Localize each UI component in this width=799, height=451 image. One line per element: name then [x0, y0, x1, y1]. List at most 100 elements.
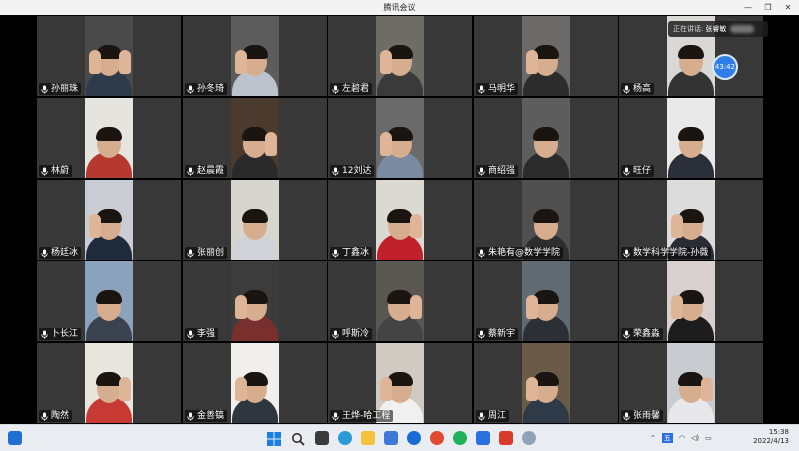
- clock-date: 2022/4/13: [753, 437, 789, 445]
- participant-hair: [96, 127, 122, 141]
- participant-name: 丁鑫冰: [342, 248, 370, 258]
- participant-tile[interactable]: 杨廷冰: [37, 180, 181, 260]
- participant-tile[interactable]: 赵晨霞: [183, 98, 327, 178]
- participant-tile[interactable]: 荣鑫淼: [619, 261, 763, 341]
- microphone-icon: [478, 411, 485, 421]
- participant-tile[interactable]: 数学科学学院-孙薇: [619, 180, 763, 260]
- raised-hand: [89, 214, 101, 238]
- ime-icon[interactable]: 五: [661, 433, 673, 443]
- participant-name: 卜长江: [51, 329, 79, 339]
- participant-tile[interactable]: 张丽创: [183, 180, 327, 260]
- raised-hand: [671, 295, 683, 319]
- participant-tile[interactable]: 金善镐: [183, 343, 327, 423]
- wifi-icon[interactable]: ◠: [679, 434, 685, 442]
- participant-tile[interactable]: 商绍强: [474, 98, 618, 178]
- microphone-icon: [41, 329, 48, 339]
- participant-tile[interactable]: 12刘达: [328, 98, 472, 178]
- participant-tile[interactable]: 周江: [474, 343, 618, 423]
- raised-hand: [235, 377, 247, 401]
- participant-tile[interactable]: 孙冬琦: [183, 16, 327, 96]
- speaking-name: 张睿敏: [705, 25, 727, 33]
- participant-name-bar: 12刘达: [330, 165, 375, 177]
- minimize-button[interactable]: —: [738, 0, 758, 15]
- participant-name-bar: 张雨馨: [621, 410, 664, 422]
- chevron-up-icon[interactable]: ⌃: [650, 434, 656, 442]
- participant-name: 数学科学学院-孙薇: [633, 248, 709, 258]
- participant-name-bar: 卜长江: [39, 328, 82, 340]
- wechat-icon[interactable]: [453, 431, 467, 445]
- microphone-icon: [187, 166, 194, 176]
- participant-name-bar: 张丽创: [185, 247, 228, 259]
- microphone-icon: [41, 248, 48, 258]
- participant-name-bar: 杨高: [621, 83, 655, 95]
- participant-name-bar: 杨廷冰: [39, 247, 82, 259]
- raised-hand: [89, 50, 101, 74]
- participant-name: 马明华: [488, 84, 516, 94]
- participant-hair: [533, 127, 559, 141]
- participant-tile[interactable]: 林蔚: [37, 98, 181, 178]
- search-icon[interactable]: [291, 431, 305, 446]
- close-button[interactable]: ✕: [778, 0, 798, 15]
- battery-icon[interactable]: ▭: [705, 434, 712, 442]
- participant-tile[interactable]: 丁鑫冰: [328, 180, 472, 260]
- restore-button[interactable]: ❐: [758, 0, 778, 15]
- participant-name-bar: 旺仔: [621, 165, 655, 177]
- participant-name: 孙丽珠: [51, 84, 79, 94]
- participant-name: 朱艳有@数学学院: [488, 248, 561, 258]
- participant-tile[interactable]: 孙丽珠: [37, 16, 181, 96]
- microphone-icon: [332, 329, 339, 339]
- participant-tile[interactable]: 蔡新宇: [474, 261, 618, 341]
- participant-name: 孙冬琦: [197, 84, 225, 94]
- edge-browser-icon[interactable]: [338, 431, 352, 445]
- participant-tile[interactable]: 陶然: [37, 343, 181, 423]
- raised-hand: [410, 214, 422, 238]
- participant-tile[interactable]: 张雨馨: [619, 343, 763, 423]
- clock[interactable]: 15:38 2022/4/13: [749, 428, 789, 446]
- task-view-icon[interactable]: [315, 431, 329, 445]
- raised-hand: [526, 377, 538, 401]
- participant-tile[interactable]: 李强: [183, 261, 327, 341]
- microphone-icon: [332, 166, 339, 176]
- app-icon-grey[interactable]: [522, 431, 536, 445]
- raised-hand: [526, 50, 538, 74]
- participant-hair: [533, 209, 559, 223]
- start-icon[interactable]: [267, 431, 281, 446]
- participant-tile[interactable]: 王烨-哈工程: [328, 343, 472, 423]
- participant-name-bar: 王烨-哈工程: [330, 410, 394, 422]
- system-tray: ⌃ 五 ◠ ◁) ▭: [650, 425, 718, 451]
- microphone-icon: [41, 411, 48, 421]
- participant-name: 金善镐: [197, 411, 225, 421]
- tencent-meeting-icon[interactable]: [476, 431, 490, 445]
- meeting-timer[interactable]: 43:42: [712, 54, 738, 80]
- participant-tile[interactable]: 呼斯冷: [328, 261, 472, 341]
- microphone-icon: [187, 84, 194, 94]
- microphone-icon: [41, 84, 48, 94]
- participant-name: 旺仔: [633, 166, 652, 176]
- app-icon-blue[interactable]: [407, 431, 421, 445]
- store-icon[interactable]: [384, 431, 398, 445]
- participant-tile[interactable]: 马明华: [474, 16, 618, 96]
- microphone-icon: [332, 248, 339, 258]
- raised-hand: [235, 295, 247, 319]
- raised-hand: [380, 50, 392, 74]
- participant-tile[interactable]: 旺仔: [619, 98, 763, 178]
- chrome-icon[interactable]: [430, 431, 444, 445]
- widgets-icon[interactable]: [8, 431, 22, 445]
- participant-name-bar: 丁鑫冰: [330, 247, 373, 259]
- microphone-icon: [623, 166, 630, 176]
- participant-tile[interactable]: 卜长江: [37, 261, 181, 341]
- blurred-name: [730, 25, 755, 33]
- participant-name-bar: 马明华: [476, 83, 519, 95]
- raised-hand: [119, 377, 131, 401]
- wps-icon[interactable]: [499, 431, 513, 445]
- participant-name: 杨廷冰: [51, 248, 79, 258]
- microphone-icon: [332, 84, 339, 94]
- volume-icon[interactable]: ◁): [691, 434, 699, 442]
- participant-name: 赵晨霞: [197, 166, 225, 176]
- participant-name-bar: 林蔚: [39, 165, 73, 177]
- participant-tile[interactable]: 朱艳有@数学学院: [474, 180, 618, 260]
- participant-name-bar: 孙冬琦: [185, 83, 228, 95]
- participant-tile[interactable]: 左碧君: [328, 16, 472, 96]
- microphone-icon: [187, 248, 194, 258]
- file-explorer-icon[interactable]: [361, 431, 375, 445]
